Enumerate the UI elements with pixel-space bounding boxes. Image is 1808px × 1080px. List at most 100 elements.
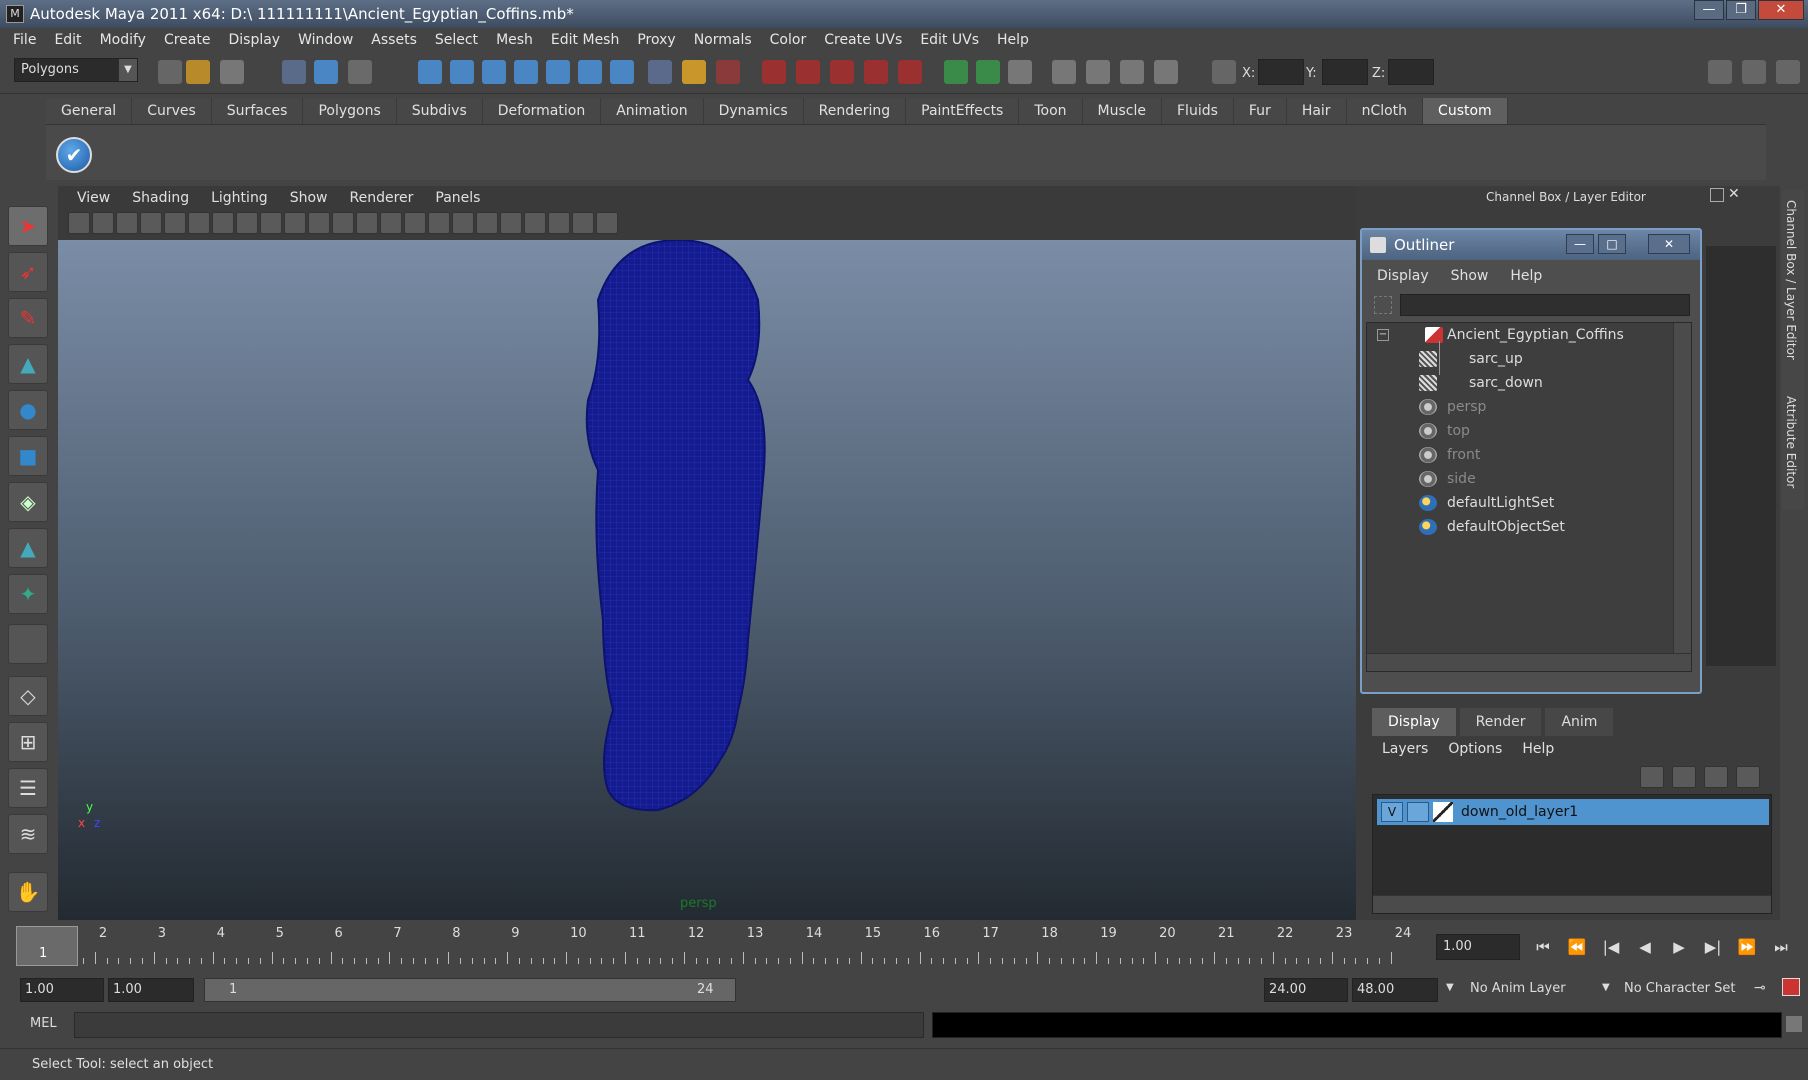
end-time-field[interactable]: 48.00 (1352, 978, 1438, 1002)
layer-color-swatch[interactable] (1433, 802, 1453, 822)
shelf-tab-curves[interactable]: Curves (132, 98, 212, 124)
tab-render[interactable]: Render (1459, 708, 1542, 736)
xray-icon[interactable] (548, 212, 570, 234)
resolution-gate-icon[interactable] (236, 212, 258, 234)
time-slider[interactable]: 123456789101112131415161718192021222324 (14, 924, 1428, 968)
panel-menu-renderer[interactable]: Renderer (338, 190, 424, 206)
grid-icon[interactable] (188, 212, 210, 234)
save-scene-icon[interactable] (220, 60, 244, 84)
snap-grid-icon[interactable] (418, 60, 442, 84)
shelf-tab-toon[interactable]: Toon (1019, 98, 1083, 124)
close-panel-icon[interactable]: ✕ (1728, 186, 1740, 202)
input-output-icon[interactable] (716, 60, 740, 84)
layer-menu-help[interactable]: Help (1512, 741, 1564, 757)
move-tool-icon[interactable]: ▲ (8, 344, 48, 384)
isolate-select-icon[interactable] (524, 212, 546, 234)
uv-editor-icon[interactable] (1052, 60, 1076, 84)
layer-row[interactable]: V down_old_layer1 (1377, 799, 1769, 825)
menu-normals[interactable]: Normals (685, 28, 761, 52)
shelf-tab-animation[interactable]: Animation (601, 98, 704, 124)
preferences-icon[interactable] (1782, 978, 1800, 996)
outliner-search-input[interactable] (1400, 294, 1690, 316)
shelf-tab-hair[interactable]: Hair (1286, 98, 1347, 124)
step-forward-key-button[interactable]: ⏩ (1732, 934, 1762, 960)
tab-display[interactable]: Display (1372, 708, 1456, 736)
outliner-close-button[interactable]: ✕ (1648, 234, 1690, 254)
show-attribute-editor-icon[interactable] (1708, 60, 1732, 84)
x-field[interactable] (1258, 59, 1304, 85)
render-frame-icon[interactable] (762, 60, 786, 84)
outliner-menu-display[interactable]: Display (1366, 268, 1440, 284)
maximize-button[interactable]: ❐ (1726, 0, 1756, 20)
step-back-key-button[interactable]: ⏪ (1562, 934, 1592, 960)
minimize-button[interactable]: — (1694, 0, 1724, 20)
outliner-horizontal-scrollbar[interactable] (1367, 653, 1691, 671)
shelf-tab-fluids[interactable]: Fluids (1162, 98, 1234, 124)
panel-menu-panels[interactable]: Panels (424, 190, 491, 206)
shelf-tab-fur[interactable]: Fur (1233, 98, 1287, 124)
numeric-input-icon[interactable] (1212, 60, 1236, 84)
outliner-item[interactable]: defaultLightSet (1367, 491, 1667, 515)
chevron-down-icon[interactable]: ▼ (1602, 982, 1610, 993)
textured-icon[interactable] (428, 212, 450, 234)
menu-edit-mesh[interactable]: Edit Mesh (542, 28, 628, 52)
menu-window[interactable]: Window (289, 28, 362, 52)
outliner-menu-show[interactable]: Show (1440, 268, 1500, 284)
lock-icon[interactable] (682, 60, 706, 84)
shelf-tab-muscle[interactable]: Muscle (1082, 98, 1162, 124)
paint-tool-icon[interactable] (1086, 60, 1110, 84)
snap-curve-icon[interactable] (450, 60, 474, 84)
tab-anim[interactable]: Anim (1545, 708, 1614, 736)
menu-modify[interactable]: Modify (91, 28, 155, 52)
lasso-tool-icon[interactable]: ➶ (8, 252, 48, 292)
four-pane-layout-icon[interactable]: ⊞ (8, 722, 48, 762)
new-scene-icon[interactable] (158, 60, 182, 84)
outliner-item[interactable]: persp (1367, 395, 1667, 419)
menu-assets[interactable]: Assets (362, 28, 426, 52)
menu-file[interactable]: File (4, 28, 45, 52)
panel-menu-shading[interactable]: Shading (121, 190, 200, 206)
create-layer-icon[interactable] (944, 60, 968, 84)
menu-mesh[interactable]: Mesh (487, 28, 542, 52)
character-set-dropdown[interactable]: No Character Set (1620, 978, 1746, 1002)
shelf-tab-rendering[interactable]: Rendering (803, 98, 907, 124)
select-tool-icon[interactable]: ➤ (8, 206, 48, 246)
select-hierarchy-icon[interactable] (282, 60, 306, 84)
menu-help[interactable]: Help (988, 28, 1038, 52)
layer-playback-toggle[interactable] (1407, 802, 1429, 822)
manipulator-tool-icon[interactable]: ◈ (8, 482, 48, 522)
menu-color[interactable]: Color (761, 28, 816, 52)
smooth-shade-icon[interactable] (380, 212, 402, 234)
rotate-tool-icon[interactable]: ● (8, 390, 48, 430)
scale-tool-icon[interactable]: ■ (8, 436, 48, 476)
layer-horizontal-scrollbar[interactable] (1373, 895, 1771, 913)
graph-layout-icon[interactable]: ≋ (8, 814, 48, 854)
mel-label[interactable]: MEL (30, 1016, 57, 1031)
start-time-field[interactable]: 1.00 (20, 978, 104, 1002)
shelf-tab-subdivs[interactable]: Subdivs (396, 98, 483, 124)
show-channel-box-icon[interactable] (1776, 60, 1800, 84)
menu-edit-uvs[interactable]: Edit UVs (911, 28, 988, 52)
shelf-tab-surfaces[interactable]: Surfaces (211, 98, 304, 124)
shelf-tab-general[interactable]: General (46, 98, 133, 124)
new-layer-selected-icon[interactable] (1736, 766, 1760, 788)
range-slider[interactable]: 1 24 (204, 978, 736, 1002)
panel-menu-lighting[interactable]: Lighting (200, 190, 279, 206)
side-tab-attribute-editor[interactable]: Attribute Editor (1784, 396, 1798, 488)
safe-action-icon[interactable] (308, 212, 330, 234)
go-to-start-button[interactable]: ⏮ (1528, 934, 1558, 960)
question-icon[interactable] (648, 60, 672, 84)
image-plane-icon[interactable] (140, 212, 162, 234)
snap-surface-icon[interactable] (546, 60, 570, 84)
command-input[interactable] (74, 1012, 924, 1038)
playback-start-field[interactable]: 1.00 (108, 978, 194, 1002)
shelf-tab-deformation[interactable]: Deformation (482, 98, 602, 124)
layer-menu-options[interactable]: Options (1438, 741, 1512, 757)
outliner-item[interactable]: Ancient_Egyptian_Coffins (1367, 323, 1667, 347)
wireframe-on-shaded-icon[interactable] (404, 212, 426, 234)
camera-lock-icon[interactable] (92, 212, 114, 234)
snap-point-icon[interactable] (482, 60, 506, 84)
outliner-item[interactable]: defaultObjectSet (1367, 515, 1667, 539)
open-scene-icon[interactable] (186, 60, 210, 84)
menu-create-uvs[interactable]: Create UVs (815, 28, 911, 52)
